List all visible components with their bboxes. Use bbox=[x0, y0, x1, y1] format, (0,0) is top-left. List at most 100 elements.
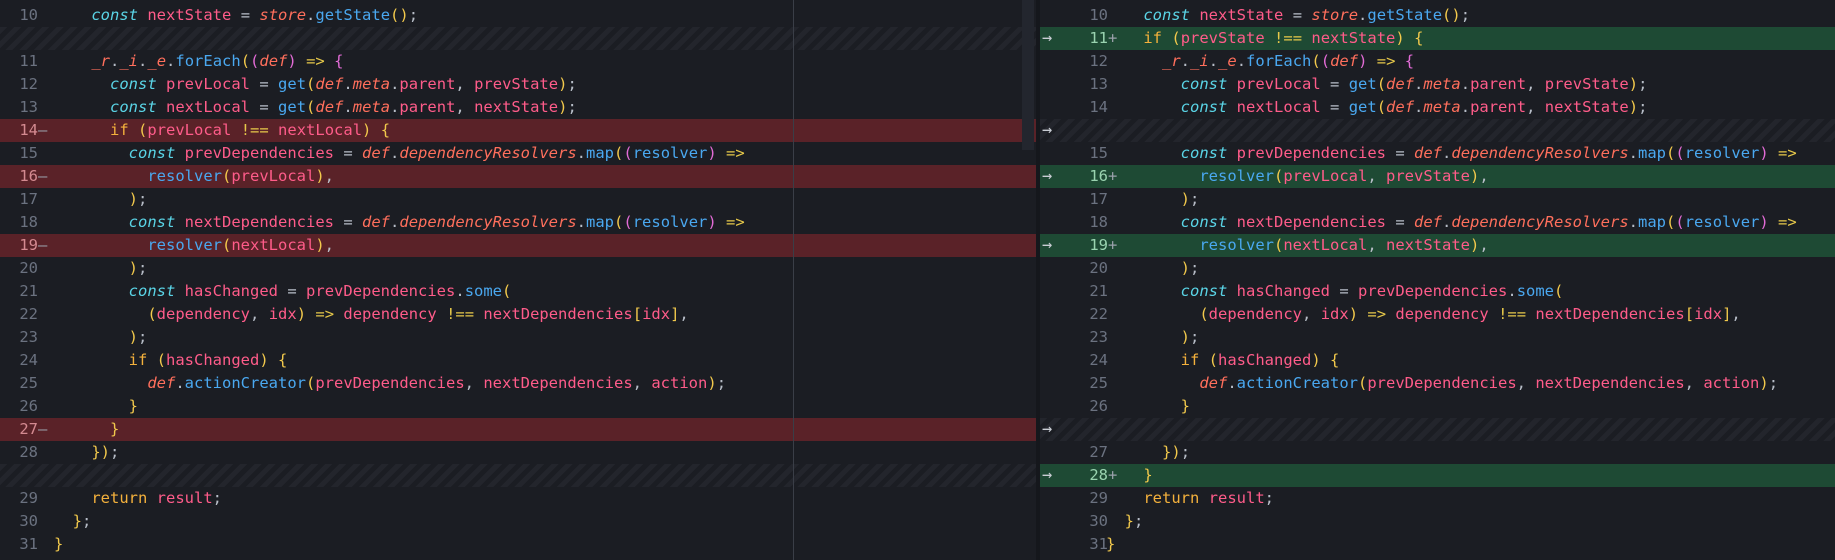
code-line[interactable]: 14 const nextLocal = get(def.meta.parent… bbox=[1040, 96, 1835, 119]
code-line[interactable]: → 19 + resolver(nextLocal, nextState), bbox=[1040, 234, 1835, 257]
arrow-right-icon[interactable]: → bbox=[1042, 418, 1052, 441]
code-line[interactable]: 20 ); bbox=[1040, 257, 1835, 280]
code-line[interactable]: 21 const hasChanged = prevDependencies.s… bbox=[1040, 280, 1835, 303]
arrow-right-icon[interactable]: → bbox=[1042, 119, 1052, 142]
code-line[interactable]: 11 _r._i._e.forEach((def) => { bbox=[0, 50, 1036, 73]
code-text[interactable]: }); bbox=[1106, 441, 1190, 464]
code-line[interactable]: 14— if (prevLocal !== nextLocal) { bbox=[0, 119, 1036, 142]
code-text[interactable]: ); bbox=[54, 188, 148, 211]
code-line[interactable]: 32 bbox=[0, 556, 1036, 560]
code-text[interactable]: if (prevState !== nextState) { bbox=[1106, 27, 1423, 50]
code-text[interactable]: if (prevLocal !== nextLocal) { bbox=[54, 119, 390, 142]
code-line[interactable]: → 11 + if (prevState !== nextState) { bbox=[1040, 27, 1835, 50]
code-line[interactable]: 17 ); bbox=[1040, 188, 1835, 211]
code-text[interactable]: _r._i._e.forEach((def) => { bbox=[54, 50, 343, 73]
code-text[interactable]: resolver(prevLocal, prevState), bbox=[1106, 165, 1488, 188]
code-text[interactable]: } bbox=[1106, 533, 1115, 556]
code-text[interactable]: ); bbox=[1106, 257, 1200, 280]
code-line[interactable]: 30 }; bbox=[0, 510, 1036, 533]
code-text[interactable]: const nextLocal = get(def.meta.parent, n… bbox=[1106, 96, 1648, 119]
code-line[interactable]: 25 def.actionCreator(prevDependencies, n… bbox=[1040, 372, 1835, 395]
code-line[interactable]: 22 (dependency, idx) => dependency !== n… bbox=[0, 303, 1036, 326]
code-line[interactable]: 18 const nextDependencies = def.dependen… bbox=[1040, 211, 1835, 234]
code-text[interactable]: ); bbox=[1106, 326, 1200, 349]
code-line[interactable]: 15 const prevDependencies = def.dependen… bbox=[0, 142, 1036, 165]
code-text[interactable]: }; bbox=[54, 510, 92, 533]
code-text[interactable]: ); bbox=[1106, 188, 1200, 211]
code-line[interactable]: 12 _r._i._e.forEach((def) => { bbox=[1040, 50, 1835, 73]
code-text[interactable]: def.actionCreator(prevDependencies, next… bbox=[54, 372, 726, 395]
code-text[interactable]: } bbox=[54, 395, 138, 418]
code-text[interactable]: const prevDependencies = def.dependencyR… bbox=[1106, 142, 1797, 165]
code-line[interactable]: → 28 + } bbox=[1040, 464, 1835, 487]
code-line[interactable]: 10 const nextState = store.getState(); bbox=[1040, 4, 1835, 27]
code-text[interactable]: }); bbox=[54, 441, 119, 464]
diff-spacer-row[interactable]: → bbox=[1040, 119, 1835, 142]
diff-pane-modified[interactable]: 10 const nextState = store.getState(); → 1… bbox=[1040, 0, 1835, 560]
arrow-right-icon[interactable]: → bbox=[1042, 165, 1052, 188]
diff-spacer-row[interactable] bbox=[0, 27, 1036, 50]
code-line[interactable]: 13 const nextLocal = get(def.meta.parent… bbox=[0, 96, 1036, 119]
code-text[interactable]: const hasChanged = prevDependencies.some… bbox=[1106, 280, 1564, 303]
code-line[interactable]: 19— resolver(nextLocal), bbox=[0, 234, 1036, 257]
arrow-right-icon[interactable]: → bbox=[1042, 27, 1052, 50]
code-text[interactable]: const hasChanged = prevDependencies.some… bbox=[54, 280, 512, 303]
code-text[interactable]: resolver(nextLocal), bbox=[54, 234, 334, 257]
code-line[interactable]: 17 ); bbox=[0, 188, 1036, 211]
code-text[interactable]: (dependency, idx) => dependency !== next… bbox=[1106, 303, 1740, 326]
code-line[interactable]: 31} bbox=[1040, 533, 1835, 556]
code-text[interactable]: const nextState = store.getState(); bbox=[54, 4, 418, 27]
code-line[interactable]: 26 } bbox=[1040, 395, 1835, 418]
code-text[interactable]: const nextState = store.getState(); bbox=[1106, 4, 1470, 27]
code-line[interactable]: 24 if (hasChanged) { bbox=[1040, 349, 1835, 372]
diff-pane-original[interactable]: 10 const nextState = store.getState(); 11… bbox=[0, 0, 1036, 560]
code-line[interactable]: 15 const prevDependencies = def.dependen… bbox=[1040, 142, 1835, 165]
code-line[interactable]: 30 }; bbox=[1040, 510, 1835, 533]
code-line[interactable]: 27 }); bbox=[1040, 441, 1835, 464]
code-text[interactable]: resolver(prevLocal), bbox=[54, 165, 334, 188]
code-text[interactable]: return result; bbox=[1106, 487, 1274, 510]
code-text[interactable]: const nextLocal = get(def.meta.parent, n… bbox=[54, 96, 577, 119]
code-text[interactable]: ); bbox=[54, 326, 148, 349]
code-line[interactable]: 25 def.actionCreator(prevDependencies, n… bbox=[0, 372, 1036, 395]
code-text[interactable]: def.actionCreator(prevDependencies, next… bbox=[1106, 372, 1778, 395]
code-line[interactable]: 24 if (hasChanged) { bbox=[0, 349, 1036, 372]
code-text[interactable]: const prevDependencies = def.dependencyR… bbox=[54, 142, 745, 165]
code-text[interactable]: const prevLocal = get(def.meta.parent, p… bbox=[54, 73, 577, 96]
code-line[interactable]: 31} bbox=[0, 533, 1036, 556]
code-line[interactable]: → 16 + resolver(prevLocal, prevState), bbox=[1040, 165, 1835, 188]
diff-spacer-row[interactable]: → bbox=[1040, 418, 1835, 441]
code-text[interactable]: }; bbox=[1106, 510, 1144, 533]
arrow-right-icon[interactable]: → bbox=[1042, 464, 1052, 487]
code-text[interactable]: } bbox=[54, 533, 63, 556]
code-line[interactable]: 10 const nextState = store.getState(); bbox=[0, 4, 1036, 27]
code-line[interactable]: 32 bbox=[1040, 556, 1835, 560]
code-line[interactable]: 22 (dependency, idx) => dependency !== n… bbox=[1040, 303, 1835, 326]
code-line[interactable]: 13 const prevLocal = get(def.meta.parent… bbox=[1040, 73, 1835, 96]
code-line[interactable]: 18 const nextDependencies = def.dependen… bbox=[0, 211, 1036, 234]
code-line[interactable]: 29 return result; bbox=[0, 487, 1036, 510]
code-line[interactable]: 23 ); bbox=[1040, 326, 1835, 349]
code-line[interactable]: 28 }); bbox=[0, 441, 1036, 464]
code-text[interactable]: if (hasChanged) { bbox=[54, 349, 288, 372]
code-text[interactable]: if (hasChanged) { bbox=[1106, 349, 1340, 372]
code-line[interactable]: 29 return result; bbox=[1040, 487, 1835, 510]
code-text[interactable]: const nextDependencies = def.dependencyR… bbox=[1106, 211, 1797, 234]
code-text[interactable]: } bbox=[1106, 464, 1152, 487]
code-text[interactable]: } bbox=[54, 418, 119, 441]
code-text[interactable]: } bbox=[1106, 395, 1190, 418]
code-line[interactable]: 12 const prevLocal = get(def.meta.parent… bbox=[0, 73, 1036, 96]
code-line[interactable]: 23 ); bbox=[0, 326, 1036, 349]
diff-spacer-row[interactable] bbox=[0, 464, 1036, 487]
code-text[interactable]: const prevLocal = get(def.meta.parent, p… bbox=[1106, 73, 1648, 96]
code-text[interactable]: return result; bbox=[54, 487, 222, 510]
code-line[interactable]: 27— } bbox=[0, 418, 1036, 441]
code-text[interactable]: _r._i._e.forEach((def) => { bbox=[1106, 50, 1414, 73]
code-text[interactable]: (dependency, idx) => dependency !== next… bbox=[54, 303, 688, 326]
code-text[interactable]: const nextDependencies = def.dependencyR… bbox=[54, 211, 745, 234]
code-line[interactable]: 26 } bbox=[0, 395, 1036, 418]
arrow-right-icon[interactable]: → bbox=[1042, 234, 1052, 257]
code-text[interactable]: ); bbox=[54, 257, 148, 280]
code-text[interactable]: resolver(nextLocal, nextState), bbox=[1106, 234, 1488, 257]
code-line[interactable]: 16— resolver(prevLocal), bbox=[0, 165, 1036, 188]
